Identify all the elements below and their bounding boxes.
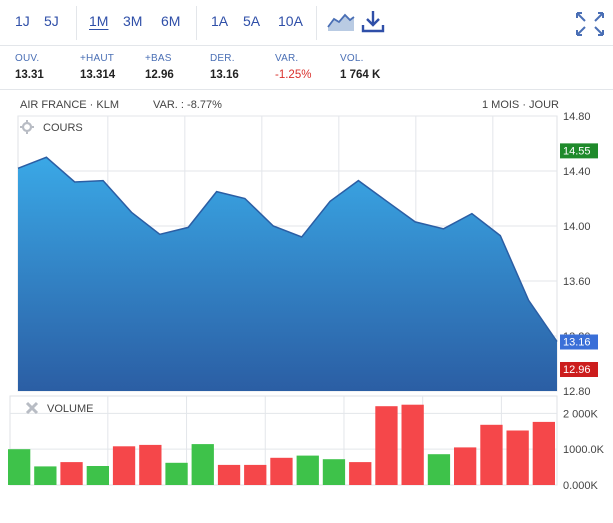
volume-bar: [349, 462, 372, 485]
stat-label: VOL.: [340, 53, 364, 64]
volume-bar: [244, 464, 267, 485]
price-tag-label: 14.55: [563, 145, 591, 157]
volume-y-tick-label: 2 000K: [563, 408, 599, 420]
price-y-tick-label: 14.80: [563, 112, 591, 123]
price-y-tick-label: 12.80: [563, 386, 591, 398]
period-3m-button[interactable]: 3M: [123, 13, 142, 29]
period-5a-button[interactable]: 5A: [243, 13, 260, 29]
period-1m-button[interactable]: 1M: [89, 13, 108, 29]
volume-bar: [112, 446, 136, 485]
price-tag-label: 12.96: [563, 364, 591, 376]
stat-variation: VAR. -1.25%: [275, 53, 311, 81]
stat-label: DER.: [210, 53, 235, 64]
period-1j-button[interactable]: 1J: [15, 13, 30, 29]
stat-label: VAR.: [275, 53, 299, 64]
stat-last: DER. 13.16: [210, 53, 239, 81]
volume-bar: [296, 455, 319, 485]
stat-low: +BAS 12.96: [145, 53, 174, 81]
x-tick-label: 06/09: [488, 491, 516, 492]
stat-label: OUV.: [15, 53, 40, 64]
period-variation: VAR. : -8.77%: [153, 99, 222, 111]
price-volume-chart: COURS 14.8014.4014.0013.6013.2012.80 14.…: [8, 112, 605, 492]
stat-value: 12.96: [145, 69, 174, 81]
price-tag-label: 13.16: [563, 337, 591, 349]
quote-stats: OUV. 13.31 +HAUT 13.314 +BAS 12.96 DER. …: [0, 46, 613, 90]
area-chart-icon[interactable]: [326, 9, 356, 40]
volume-bar: [86, 466, 109, 485]
stat-value: 13.31: [15, 69, 44, 81]
toolbar-divider: [196, 6, 197, 40]
period-5j-button[interactable]: 5J: [44, 13, 59, 29]
volume-y-tick-label: 0.000K: [563, 480, 599, 492]
volume-bar: [375, 406, 398, 485]
volume-y-tick-label: 1000.0K: [563, 444, 605, 456]
x-tick-label: 21/08: [173, 491, 201, 492]
stat-value: 1 764 K: [340, 69, 381, 81]
x-tick-label: 01/09: [409, 491, 437, 492]
stat-value: 13.16: [210, 69, 239, 81]
volume-panel-label: VOLUME: [47, 403, 93, 415]
volume-bar: [139, 444, 162, 485]
stat-open: OUV. 13.31: [15, 53, 44, 81]
stat-label: +HAUT: [80, 53, 115, 64]
volume-bar: [191, 444, 214, 485]
x-tick-label: 24/08: [251, 491, 279, 492]
x-axis: 16/08 21/08 24/08 29/08 01/09 06/09: [94, 491, 515, 492]
volume-bar: [165, 462, 188, 485]
volume-bar: [401, 404, 424, 485]
x-tick-label: 29/08: [330, 491, 358, 492]
price-y-tick-label: 14.40: [563, 166, 591, 178]
volume-bar: [322, 459, 346, 485]
volume-y-axis: 2 000K 1000.0K 0.000K: [563, 408, 605, 492]
volume-bar: [8, 449, 31, 485]
volume-bar: [34, 466, 57, 485]
period-10a-button[interactable]: 10A: [278, 13, 303, 29]
period-6m-button[interactable]: 6M: [161, 13, 180, 29]
toolbar-divider: [316, 6, 317, 40]
stat-value: -1.25%: [275, 69, 312, 81]
volume-bar: [217, 464, 241, 485]
stat-high: +HAUT 13.314: [80, 53, 115, 81]
period-granularity: 1 MOIS · JOUR: [481, 99, 559, 111]
volume-bar: [480, 424, 503, 485]
x-tick-label: 16/08: [94, 491, 122, 492]
price-y-tick-label: 14.00: [563, 221, 591, 233]
instrument-name: AIR FRANCE · KLM: [20, 99, 120, 111]
volume-bar: [60, 462, 83, 485]
chart-toolbar: 1J 5J 1M 3M 6M 1A 5A 10A: [0, 0, 613, 46]
toolbar-divider: [76, 6, 77, 40]
price-panel-label: COURS: [43, 122, 83, 134]
volume-bar: [270, 457, 293, 485]
period-1a-button[interactable]: 1A: [211, 13, 228, 29]
stat-volume: VOL. 1 764 K: [340, 53, 380, 81]
volume-bar: [454, 447, 477, 485]
price-y-tick-label: 13.60: [563, 276, 591, 288]
download-icon[interactable]: [360, 9, 386, 40]
price-tags: 14.55 13.16 12.96: [560, 143, 598, 377]
volume-bar: [427, 454, 451, 485]
fullscreen-icon[interactable]: [574, 10, 606, 43]
stat-label: +BAS: [145, 53, 172, 64]
stat-value: 13.314: [80, 69, 116, 81]
volume-bar: [506, 430, 529, 485]
volume-bar: [532, 421, 555, 485]
